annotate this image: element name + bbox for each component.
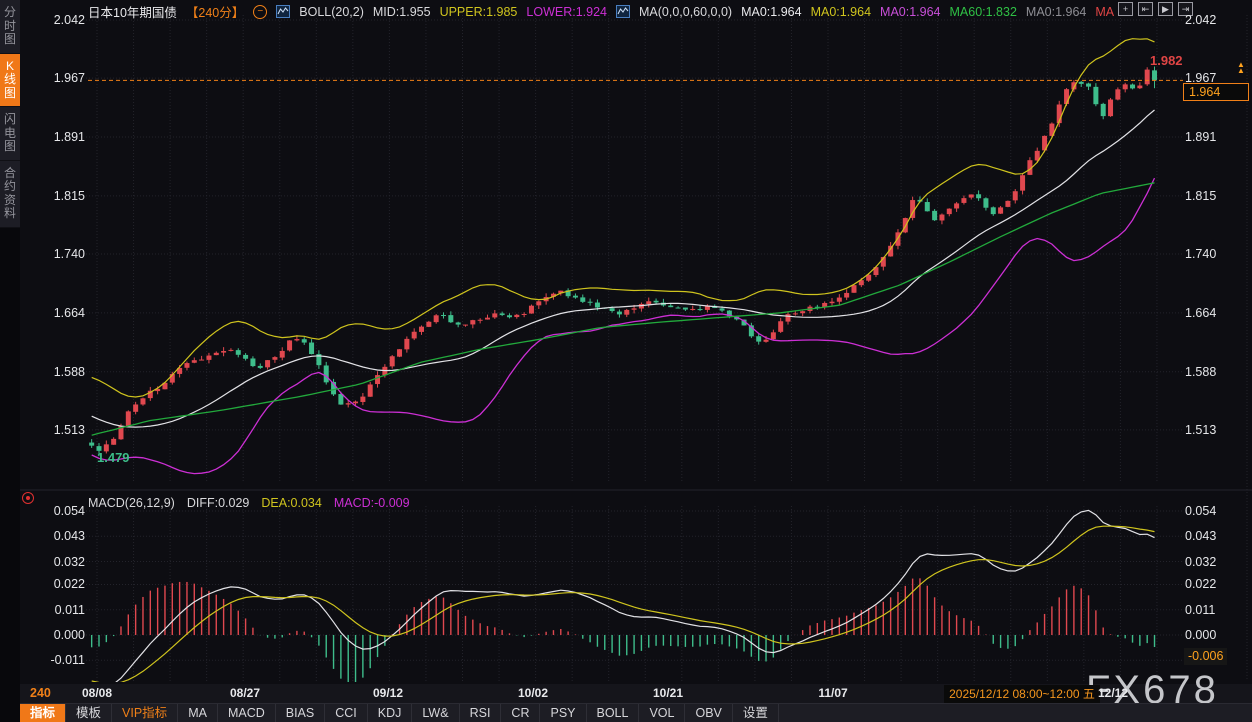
toolbar-item-bias[interactable]: BIAS (276, 704, 326, 722)
ma-label: MA(0,0,0,60,0,0) (639, 5, 732, 19)
sidebar-tab-time-chart[interactable]: 分时图 (0, 0, 20, 54)
axis-tick-label: 0.000 (1185, 627, 1247, 643)
ma6-value: MA (1095, 5, 1114, 19)
session-low-label: 1.479 (97, 450, 130, 465)
axis-tick-label: 2.042 (1185, 12, 1247, 28)
current-price-tag: 1.964 (1183, 83, 1249, 101)
x-axis-date-label: 11/07 (803, 686, 863, 700)
toolbar-item-ma[interactable]: MA (178, 704, 218, 722)
toolbar-item-boll[interactable]: BOLL (587, 704, 640, 722)
toolbar-item-lwr[interactable]: LW& (412, 704, 459, 722)
ma60-value: MA60:1.832 (950, 5, 1017, 19)
sidebar-tab-kline-chart[interactable]: K线图 (0, 54, 20, 108)
toolbar-item-cci[interactable]: CCI (325, 704, 368, 722)
toolbar-item-rsi[interactable]: RSI (460, 704, 502, 722)
session-high-label: 1.982 (1150, 53, 1183, 68)
axis-tick-label: 1.664 (30, 305, 85, 321)
candlestick-chart-canvas[interactable] (0, 0, 1252, 722)
ma1-value: MA0:1.964 (741, 5, 801, 19)
macd-params-label: MACD(26,12,9) (88, 496, 175, 510)
macd-current-value-tag: -0.006 (1184, 648, 1227, 665)
macd-dea-value: DEA:0.034 (261, 496, 321, 510)
toolbar-item-vol[interactable]: VOL (639, 704, 685, 722)
axis-tick-label: 0.032 (1185, 554, 1247, 570)
axis-tick-label: 0.032 (30, 554, 85, 570)
boll-chart-icon[interactable] (276, 5, 290, 18)
macd-macd-value: MACD:-0.009 (334, 496, 410, 510)
axis-tick-label: -0.011 (30, 652, 85, 668)
ma3-value: MA0:1.964 (880, 5, 940, 19)
sidebar-tab-contract-info[interactable]: 合约资料 (0, 161, 20, 228)
toolbar-item-indicator[interactable]: 指标 (20, 704, 66, 722)
axis-tick-label: 1.740 (1185, 246, 1247, 262)
toolbar-item-vip-indicator[interactable]: VIP指标 (112, 704, 178, 722)
x-axis-date-label: 08/08 (67, 686, 127, 700)
axis-tick-label: 1.815 (1185, 188, 1247, 204)
kline-trading-app: 日本10年期国债【240分】− BOLL(20,2) MID:1.955 UPPER:… (0, 0, 1252, 722)
axis-tick-label: 1.891 (30, 129, 85, 145)
toolbar-item-cr[interactable]: CR (501, 704, 540, 722)
latest-price-arrow-icon[interactable]: ▲▲ (1237, 62, 1245, 74)
toolbar-item-obv[interactable]: OBV (685, 704, 732, 722)
toolbar-item-psy[interactable]: PSY (540, 704, 586, 722)
instrument-name: 日本10年期国债 (88, 2, 177, 21)
axis-tick-label: 0.054 (1185, 503, 1247, 519)
indicator-target-icon[interactable] (22, 492, 34, 504)
x-axis-date-label: 10/21 (638, 686, 698, 700)
macd-diff-value: DIFF:0.029 (187, 496, 250, 510)
axis-tick-label: 0.043 (1185, 528, 1247, 544)
chart-window-icons: +⇤▶⇥ (1118, 2, 1193, 16)
x-axis-date-label: 12/12 (1083, 686, 1143, 700)
play-forward-icon[interactable]: ▶ (1158, 2, 1173, 16)
axis-tick-label: 0.054 (30, 503, 85, 519)
sidebar-tab-flash-chart[interactable]: 闪电图 (0, 107, 20, 161)
ma-chart-icon[interactable] (616, 5, 630, 18)
axis-tick-label: 0.043 (30, 528, 85, 544)
toolbar-item-macd[interactable]: MACD (218, 704, 276, 722)
axis-tick-label: 2.042 (30, 12, 85, 28)
boll-lower-value: LOWER:1.924 (526, 5, 607, 19)
axis-tick-label: 0.011 (1185, 602, 1247, 618)
collapse-icon[interactable]: − (253, 5, 267, 19)
boll-mid-value: MID:1.955 (373, 5, 431, 19)
axis-tick-label: 1.815 (30, 188, 85, 204)
chart-title-bar: 日本10年期国债【240分】− BOLL(20,2) MID:1.955 UPPER:… (88, 2, 1114, 21)
period-label: 【240分】 (186, 2, 244, 21)
crosshair-tool-icon[interactable]: + (1118, 2, 1133, 16)
axis-tick-label: 0.022 (30, 576, 85, 592)
axis-tick-label: 1.891 (1185, 129, 1247, 145)
session-range-label: 2025/12/12 08:00~12:00 五 (944, 685, 1100, 703)
axis-tick-label: 0.022 (1185, 576, 1247, 592)
axis-tick-label: 1.513 (1185, 422, 1247, 438)
ma5-value: MA0:1.964 (1026, 5, 1086, 19)
x-axis-date-label: 08/27 (215, 686, 275, 700)
axis-tick-label: 1.588 (30, 364, 85, 380)
scale-left-icon[interactable]: ⇤ (1138, 2, 1153, 16)
axis-tick-label: 0.011 (30, 602, 85, 618)
sidebar-tab-list: 分时图K线图闪电图合约资料 (0, 0, 20, 228)
toolbar-item-kdj[interactable]: KDJ (368, 704, 413, 722)
toolbar-item-settings[interactable]: 设置 (733, 704, 779, 722)
axis-tick-label: 1.740 (30, 246, 85, 262)
axis-tick-label: 1.664 (1185, 305, 1247, 321)
axis-tick-label: 1.588 (1185, 364, 1247, 380)
indicator-toolbar: 指标模板VIP指标MAMACDBIASCCIKDJLW&RSICRPSYBOLL… (20, 703, 1252, 722)
macd-label-row: MACD(26,12,9) DIFF:0.029 DEA:0.034 MACD:… (88, 496, 410, 510)
boll-label: BOLL(20,2) (299, 5, 364, 19)
boll-upper-value: UPPER:1.985 (440, 5, 518, 19)
x-axis-date-label: 09/12 (358, 686, 418, 700)
toolbar-item-template[interactable]: 模板 (66, 704, 112, 722)
ma2-value: MA0:1.964 (811, 5, 871, 19)
left-sidebar: 分时图K线图闪电图合约资料 (0, 0, 20, 722)
axis-tick-label: 1.513 (30, 422, 85, 438)
axis-tick-label: 1.967 (30, 70, 85, 86)
x-axis-date-label: 10/02 (503, 686, 563, 700)
axis-tick-label: 0.000 (30, 627, 85, 643)
